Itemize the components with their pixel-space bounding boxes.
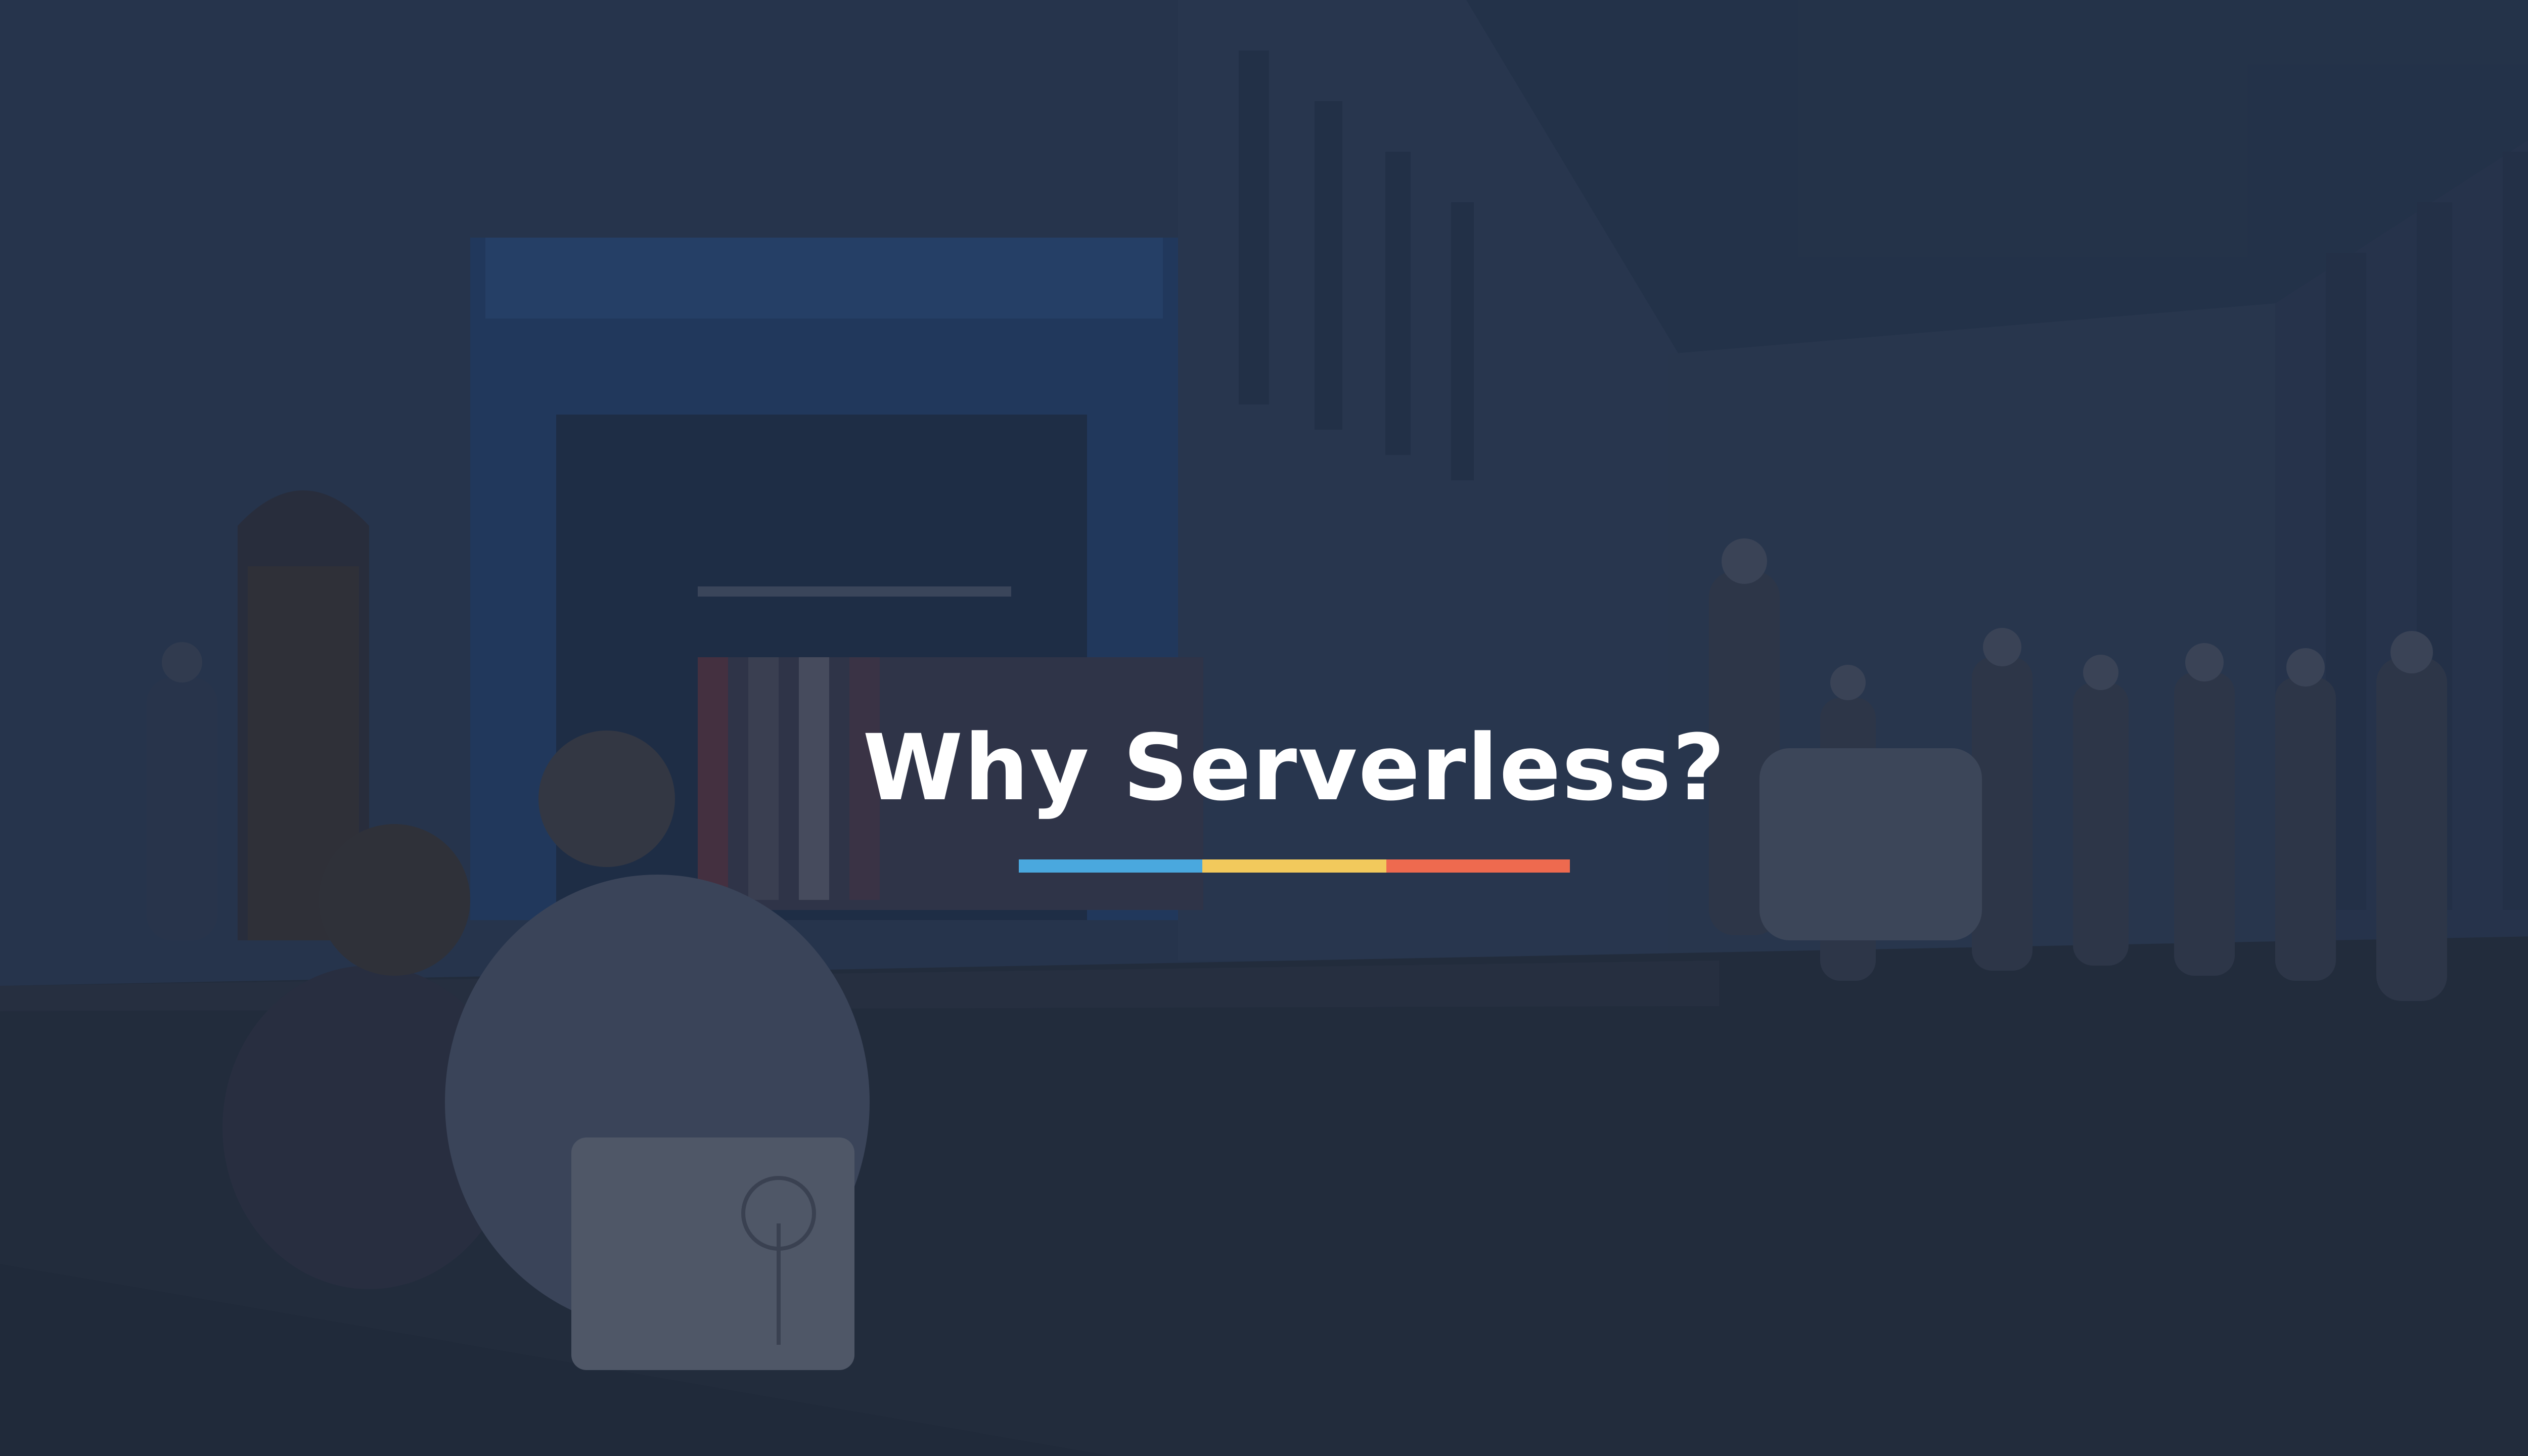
- underline-segment-blue: [1019, 859, 1203, 873]
- underline-segment-yellow: [1202, 859, 1386, 873]
- title-underline: [1019, 859, 1570, 873]
- title-container: Why Serverless?: [0, 723, 2528, 814]
- slide: Why Serverless?: [0, 0, 2528, 1456]
- slide-title: Why Serverless?: [863, 715, 1726, 821]
- underline-segment-red: [1386, 859, 1570, 873]
